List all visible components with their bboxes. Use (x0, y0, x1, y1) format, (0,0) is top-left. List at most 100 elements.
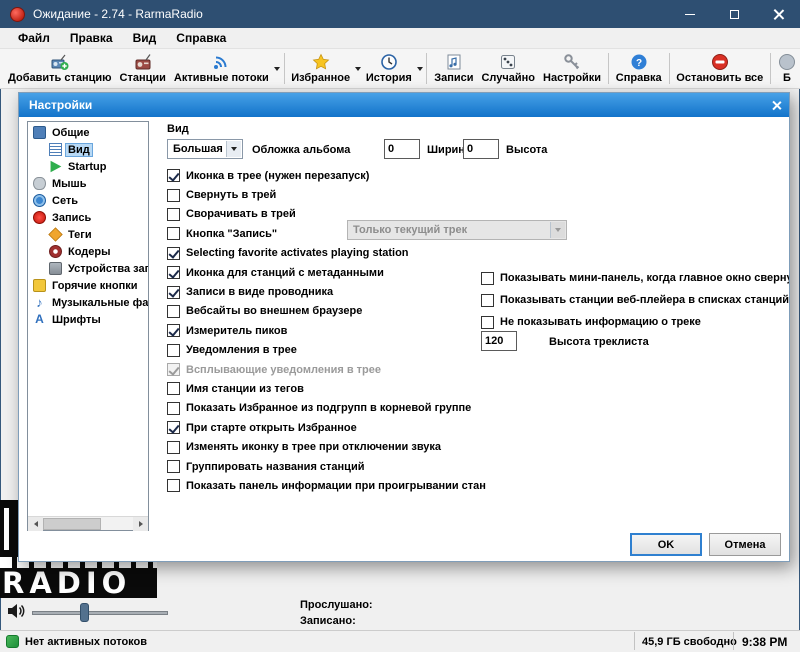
toolbar-button-label: Случайно (481, 72, 536, 84)
checkbox[interactable]: Имя станции из тегов (167, 379, 486, 398)
tree-item[interactable]: Вид (28, 141, 148, 158)
checkbox[interactable]: Уведомления в трее (167, 341, 486, 360)
checkbox[interactable]: Показывать станции веб-плейера в списках… (481, 289, 789, 311)
close-icon (773, 9, 784, 20)
cover-size-select[interactable]: Большая (167, 139, 243, 159)
checkbox[interactable]: Показать Избранное из подгрупп в корнево… (167, 399, 486, 418)
close-button[interactable] (756, 0, 800, 28)
dropdown-arrow[interactable] (416, 49, 424, 88)
cancel-button[interactable]: Отмена (709, 533, 781, 556)
hotkeys-icon (33, 279, 46, 292)
tree-item[interactable]: Теги (28, 226, 148, 243)
tree-item[interactable]: Горячие кнопки (28, 277, 148, 294)
volume-slider-thumb[interactable] (80, 603, 89, 622)
checkbox[interactable]: Записи в виде проводника (167, 282, 486, 301)
minimize-button[interactable] (668, 0, 712, 28)
tree-item[interactable]: Сеть (28, 192, 148, 209)
checkbox-box (167, 401, 180, 415)
tracklist-height-input[interactable] (481, 331, 517, 351)
checkbox-label: Кнопка "Запись" (186, 227, 278, 240)
checkbox-box (167, 169, 180, 183)
menu-bar: Файл Правка Вид Справка (0, 28, 800, 49)
tracklist-height-label: Высота треклиста (549, 336, 649, 348)
arrow-left-icon (33, 520, 38, 527)
scrollbar-thumb[interactable] (43, 517, 101, 530)
cover-label: Обложка альбома (252, 144, 351, 156)
tree-item[interactable]: Шрифты (28, 311, 148, 328)
maximize-button[interactable] (712, 0, 756, 28)
stations-button[interactable]: Станции (116, 49, 170, 88)
menu-item[interactable]: Файл (8, 28, 60, 48)
dropdown-arrow[interactable] (354, 49, 362, 88)
checkbox[interactable]: Всплывающие уведомления в трее (167, 360, 486, 379)
tree-item[interactable]: Общие (28, 124, 148, 141)
toolbar-button-label: Активные потоки (173, 72, 269, 84)
startup-icon (50, 160, 62, 173)
checkbox[interactable]: Не показывать информацию о треке (481, 311, 789, 333)
history-button[interactable]: История (362, 49, 416, 88)
tree-item[interactable]: Устройства запи (28, 260, 148, 277)
checkbox[interactable]: Selecting favorite activates playing sta… (167, 244, 486, 263)
checkbox[interactable]: Кнопка "Запись" (167, 224, 486, 243)
settings-dialog: Настройки Общие Вид Startup Мышь Сеть Запись Т… (18, 92, 790, 562)
scroll-left-button[interactable] (28, 516, 43, 531)
checkbox[interactable]: Свернуть в трей (167, 185, 486, 204)
panel-heading: Вид (167, 123, 189, 135)
checkbox-box (167, 363, 180, 377)
dropdown-arrow[interactable] (273, 49, 281, 88)
checkbox[interactable]: При старте открыть Избранное (167, 418, 486, 437)
checkbox-box (481, 271, 494, 285)
tree-item-label: Сеть (52, 194, 79, 207)
cover-height-input[interactable] (463, 139, 499, 159)
checkbox-box (167, 285, 180, 299)
tree-item-label: Шрифты (52, 313, 101, 326)
recordings-icon (445, 53, 463, 71)
app-window: Ожидание - 2.74 - RarmaRadio Файл Правка В… (0, 0, 800, 652)
blocked-button[interactable]: Б (774, 49, 800, 88)
favorites-button[interactable]: Избранное (287, 49, 354, 88)
checkbox[interactable]: Показывать мини-панель, когда главное ок… (481, 267, 789, 289)
menu-item[interactable]: Вид (123, 28, 167, 48)
checkbox[interactable]: Иконка в трее (нужен перезапуск) (167, 166, 486, 185)
help-button[interactable]: ? Справка (612, 49, 666, 88)
add-station-button[interactable]: Добавить станцию (4, 49, 116, 88)
menu-item[interactable]: Правка (60, 28, 123, 48)
scroll-right-button[interactable] (133, 516, 148, 531)
blocked-icon (778, 53, 796, 71)
checkbox-box (167, 343, 180, 357)
checkbox[interactable]: Изменять иконку в трее при отключении зв… (167, 437, 486, 456)
checkbox-label: Не показывать информацию о треке (500, 316, 701, 328)
checkbox[interactable]: Измеритель пиков (167, 321, 486, 340)
volume-slider-track[interactable] (32, 611, 168, 615)
recordings-button[interactable]: Записи (430, 49, 477, 88)
tree-item[interactable]: Мышь (28, 175, 148, 192)
dialog-close-button[interactable] (763, 93, 789, 117)
tree-item-label: Горячие кнопки (52, 279, 138, 292)
ok-button[interactable]: OK (630, 533, 702, 556)
checkbox-box (481, 315, 494, 329)
tree-item-label: Музыкальные фай (52, 296, 149, 309)
active-streams-button[interactable]: Активные потоки (170, 49, 273, 88)
checkbox[interactable]: Вебсайты во внешнем браузере (167, 302, 486, 321)
checkbox[interactable]: Группировать названия станций (167, 457, 486, 476)
menu-item[interactable]: Справка (166, 28, 236, 48)
cover-width-input[interactable] (384, 139, 420, 159)
tree-item[interactable]: Музыкальные фай (28, 294, 148, 311)
devices-icon (49, 262, 62, 275)
window-title: Ожидание - 2.74 - RarmaRadio (33, 7, 203, 21)
stop-all-button[interactable]: Остановить все (672, 49, 767, 88)
tree-item[interactable]: Запись (28, 209, 148, 226)
tree-item[interactable]: Startup (28, 158, 148, 175)
random-button[interactable]: Случайно (477, 49, 539, 88)
checkbox-label: Записи в виде проводника (186, 286, 334, 299)
speaker-icon[interactable] (6, 601, 26, 621)
checkbox[interactable]: Иконка для станций с метаданными (167, 263, 486, 282)
clock-text: 9:38 PM (742, 635, 788, 649)
toolbar-button-label: Станции (119, 72, 166, 84)
add-station-icon (51, 53, 69, 71)
tree-item[interactable]: Кодеры (28, 243, 148, 260)
settings-button[interactable]: Настройки (539, 49, 605, 88)
view-icon (49, 143, 62, 156)
checkbox[interactable]: Сворачивать в трей (167, 205, 486, 224)
checkbox[interactable]: Показать панель информации при проигрыва… (167, 476, 486, 495)
